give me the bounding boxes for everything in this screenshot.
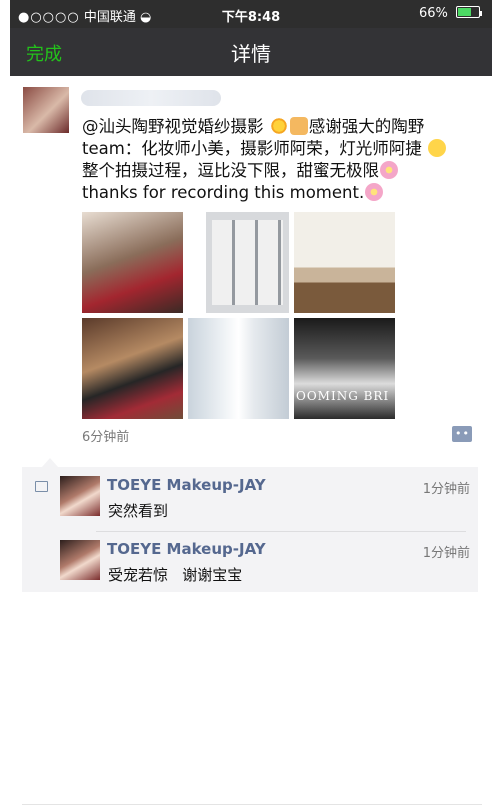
comments-caret bbox=[42, 458, 58, 467]
comment-text: 受宠若惊 谢谢宝宝 bbox=[108, 566, 243, 584]
commenter-avatar[interactable] bbox=[60, 540, 100, 580]
comment-text: 突然看到 bbox=[108, 502, 169, 520]
flower-emoji-icon bbox=[380, 161, 398, 179]
author-name-blurred[interactable] bbox=[81, 90, 221, 106]
author-avatar[interactable] bbox=[23, 87, 69, 133]
comment-item[interactable]: TOEYE Makeup-JAY 1分钟前 受宠若惊 谢谢宝宝 bbox=[60, 540, 470, 596]
photo-caption-text: OOMING BRI bbox=[296, 389, 390, 403]
comment-action-button[interactable] bbox=[452, 426, 472, 442]
flower-emoji-icon bbox=[365, 183, 384, 201]
app-frame: ●○○○○ 中国联通 ◒ 下午8:48 66% 完成 详情 @汕头陶野视觉婚纱摄… bbox=[10, 0, 492, 812]
photo-thumbnail[interactable] bbox=[294, 212, 395, 313]
commenter-avatar[interactable] bbox=[60, 476, 100, 516]
photo-thumbnail[interactable] bbox=[82, 318, 183, 419]
navigation-bar: 完成 详情 bbox=[10, 28, 492, 76]
post-mention[interactable]: @汕头陶野视觉婚纱摄影 bbox=[82, 117, 264, 136]
battery-icon bbox=[456, 6, 480, 18]
photo-thumbnail[interactable] bbox=[188, 212, 289, 313]
thumbs-up-emoji-icon bbox=[289, 117, 308, 135]
comment-bubble-icon bbox=[35, 481, 48, 492]
comment-divider bbox=[96, 531, 466, 532]
photo-thumbnail[interactable] bbox=[82, 212, 183, 313]
comment-item[interactable]: TOEYE Makeup-JAY 1分钟前 突然看到 bbox=[60, 476, 470, 532]
status-bar: ●○○○○ 中国联通 ◒ 下午8:48 66% bbox=[10, 0, 492, 28]
commenter-name[interactable]: TOEYE Makeup-JAY bbox=[107, 540, 266, 558]
comment-time: 1分钟前 bbox=[422, 482, 470, 497]
post-text-english: thanks for recording this moment. bbox=[82, 183, 365, 202]
post-time: 6分钟前 bbox=[82, 430, 130, 445]
battery-cap bbox=[480, 11, 482, 16]
photo-thumbnail[interactable] bbox=[294, 318, 395, 419]
sun-emoji-icon bbox=[269, 117, 288, 135]
smile-emoji-icon bbox=[428, 139, 447, 157]
post-text: @汕头陶野视觉婚纱摄影 感谢强大的陶野team：化妆师小美，摄影师阿荣，灯光师阿… bbox=[82, 116, 482, 204]
page-title: 详情 bbox=[231, 42, 271, 66]
photo-thumbnail[interactable] bbox=[188, 318, 289, 419]
post-text-process: 整个拍摄过程，逗比没下限，甜蜜无极限 bbox=[82, 161, 379, 180]
battery-percent: 66% bbox=[418, 6, 448, 21]
bottom-divider bbox=[22, 804, 482, 805]
comments-section: TOEYE Makeup-JAY 1分钟前 突然看到 TOEYE Makeup-… bbox=[22, 467, 478, 592]
commenter-name[interactable]: TOEYE Makeup-JAY bbox=[107, 476, 266, 494]
comment-time: 1分钟前 bbox=[422, 546, 470, 561]
battery-status: 66% bbox=[419, 6, 482, 21]
